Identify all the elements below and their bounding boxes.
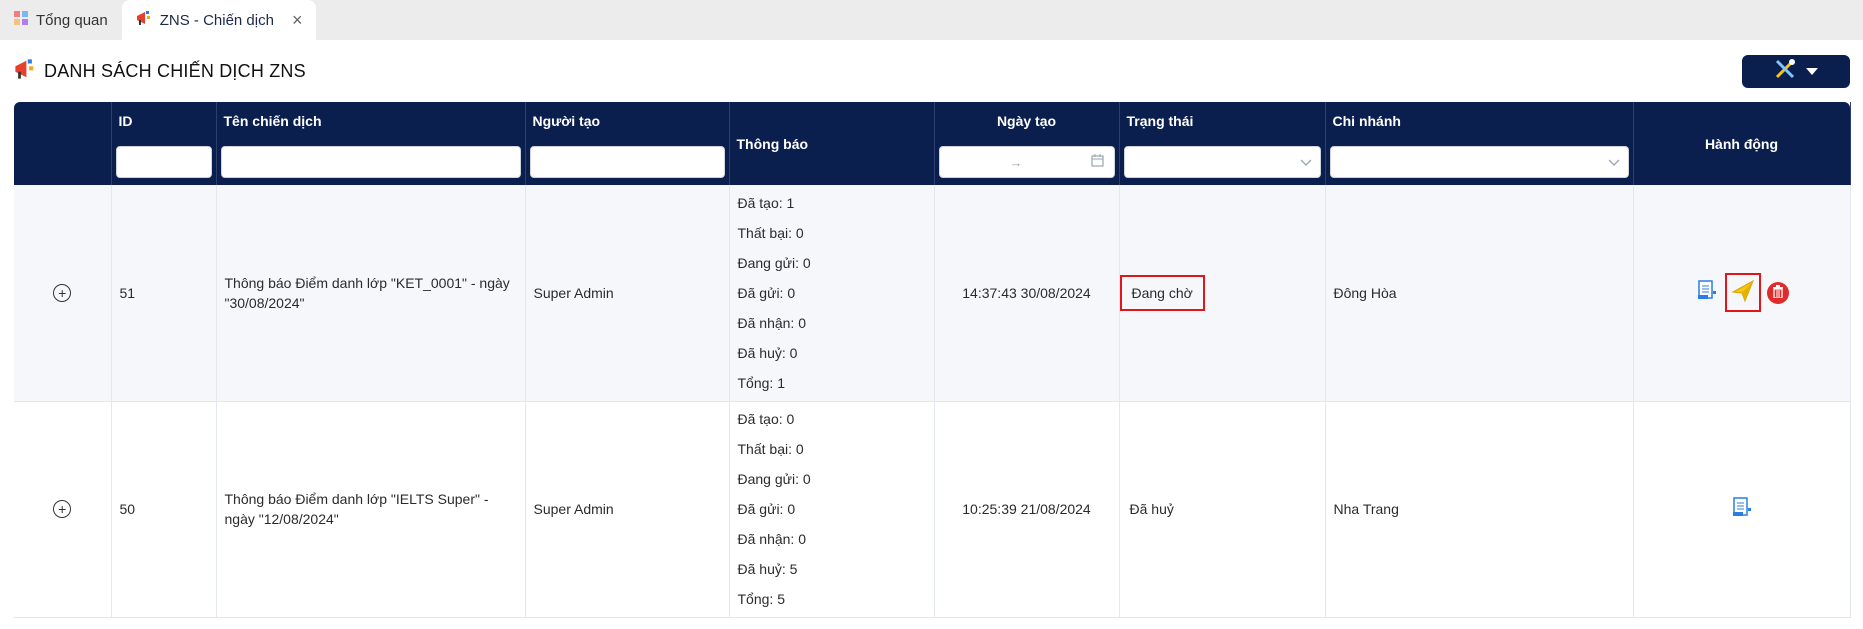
- stat-cancelled: Đã huỷ: 5: [737, 561, 798, 577]
- row-created-date: 10:25:39 21/08/2024: [934, 401, 1120, 618]
- row-id: 50: [111, 401, 217, 618]
- column-header-actions: Hành động: [1633, 102, 1851, 185]
- row-notice-stats: Đã tạo: 1 Thất bại: 0 Đang gửi: 0 Đã gửi…: [729, 185, 935, 402]
- row-campaign-name: Thông báo Điểm danh lớp "KET_0001" - ngà…: [216, 185, 526, 402]
- chevron-down-icon: [1608, 155, 1620, 170]
- row-creator: Super Admin: [525, 185, 730, 402]
- row-notice-stats: Đã tạo: 0 Thất bại: 0 Đang gửi: 0 Đã gửi…: [729, 401, 935, 618]
- column-header-created: Ngày tạo: [934, 102, 1120, 139]
- chevron-down-icon: [1806, 68, 1818, 75]
- expand-row-icon[interactable]: +: [53, 500, 72, 518]
- close-icon[interactable]: ×: [292, 11, 303, 29]
- stat-cancelled: Đã huỷ: 0: [737, 344, 798, 361]
- stat-created: Đã tạo: 0: [737, 411, 795, 427]
- column-header-name: Tên chiến dịch: [216, 102, 526, 139]
- status-badge: Đang chờ: [1119, 274, 1205, 311]
- chevron-down-icon: [1300, 155, 1312, 170]
- row-campaign-name: Thông báo Điểm danh lớp "IELTS Super" - …: [216, 401, 526, 618]
- expand-row-icon[interactable]: +: [53, 283, 72, 302]
- trash-icon: [1772, 284, 1784, 301]
- tab-overview-label: Tổng quan: [36, 11, 108, 29]
- zns-megaphone-icon: [136, 10, 152, 30]
- stat-total: Tổng: 1: [737, 374, 785, 391]
- arrow-right-icon: →: [1009, 154, 1023, 170]
- stat-created: Đã tạo: 1: [737, 194, 795, 211]
- delete-button[interactable]: [1766, 281, 1789, 304]
- zns-megaphone-icon: [14, 58, 36, 85]
- campaign-table: ID Tên chiến dịch Người tạo Thông báo Ng…: [14, 102, 1851, 618]
- row-created-date: 14:37:43 30/08/2024: [934, 185, 1120, 402]
- row-actions: [1642, 273, 1842, 313]
- tab-overview[interactable]: Tổng quan: [0, 0, 122, 40]
- row-actions: [1642, 496, 1842, 523]
- status-filter-select[interactable]: [1123, 146, 1321, 178]
- name-filter-input[interactable]: [220, 146, 521, 178]
- column-header-id: ID: [111, 102, 217, 139]
- creator-filter-input[interactable]: [529, 146, 725, 178]
- row-branch: Nha Trang: [1325, 401, 1634, 618]
- expand-column-header: [14, 102, 112, 185]
- stat-failed: Thất bại: 0: [737, 224, 804, 241]
- row-branch: Đông Hòa: [1325, 185, 1634, 402]
- stat-sending: Đang gửi: 0: [737, 471, 811, 487]
- dashboard-icon: [14, 11, 28, 29]
- tab-zns-label: ZNS - Chiến dịch: [159, 11, 274, 29]
- date-range-filter[interactable]: →: [938, 146, 1115, 178]
- status-text: Đã huỷ: [1119, 401, 1326, 618]
- calendar-icon: [1090, 154, 1104, 170]
- branch-filter-select[interactable]: [1329, 146, 1629, 178]
- document-icon[interactable]: [1695, 279, 1719, 306]
- send-button[interactable]: [1724, 273, 1761, 313]
- stat-received: Đã nhận: 0: [737, 314, 807, 331]
- page-header: DANH SÁCH CHIẾN DỊCH ZNS: [0, 40, 1863, 102]
- row-creator: Super Admin: [525, 401, 730, 618]
- table-row: + 51 Thông báo Điểm danh lớp "KET_0001" …: [14, 185, 1851, 402]
- tab-zns-campaign[interactable]: ZNS - Chiến dịch ×: [121, 0, 317, 40]
- id-filter-input[interactable]: [115, 146, 212, 178]
- stat-sent: Đã gửi: 0: [737, 501, 796, 517]
- tools-icon: [1774, 58, 1796, 85]
- document-icon[interactable]: [1730, 496, 1754, 523]
- row-id: 51: [111, 185, 217, 402]
- column-header-status: Trạng thái: [1119, 102, 1326, 139]
- stat-received: Đã nhận: 0: [737, 531, 807, 547]
- tools-dropdown-button[interactable]: [1742, 55, 1850, 88]
- page-title: DANH SÁCH CHIẾN DỊCH ZNS: [44, 60, 306, 81]
- stat-sent: Đã gửi: 0: [737, 284, 796, 301]
- paper-plane-icon: [1730, 279, 1755, 306]
- column-header-creator: Người tạo: [525, 102, 730, 139]
- column-header-branch: Chi nhánh: [1325, 102, 1634, 139]
- table-row: + 50 Thông báo Điểm danh lớp "IELTS Supe…: [14, 401, 1851, 618]
- stat-sending: Đang gửi: 0: [737, 254, 811, 271]
- stat-total: Tổng: 5: [737, 591, 785, 607]
- column-header-notice: Thông báo: [729, 102, 935, 185]
- stat-failed: Thất bại: 0: [737, 441, 804, 457]
- tab-bar: Tổng quan ZNS - Chiến dịch ×: [0, 0, 1863, 40]
